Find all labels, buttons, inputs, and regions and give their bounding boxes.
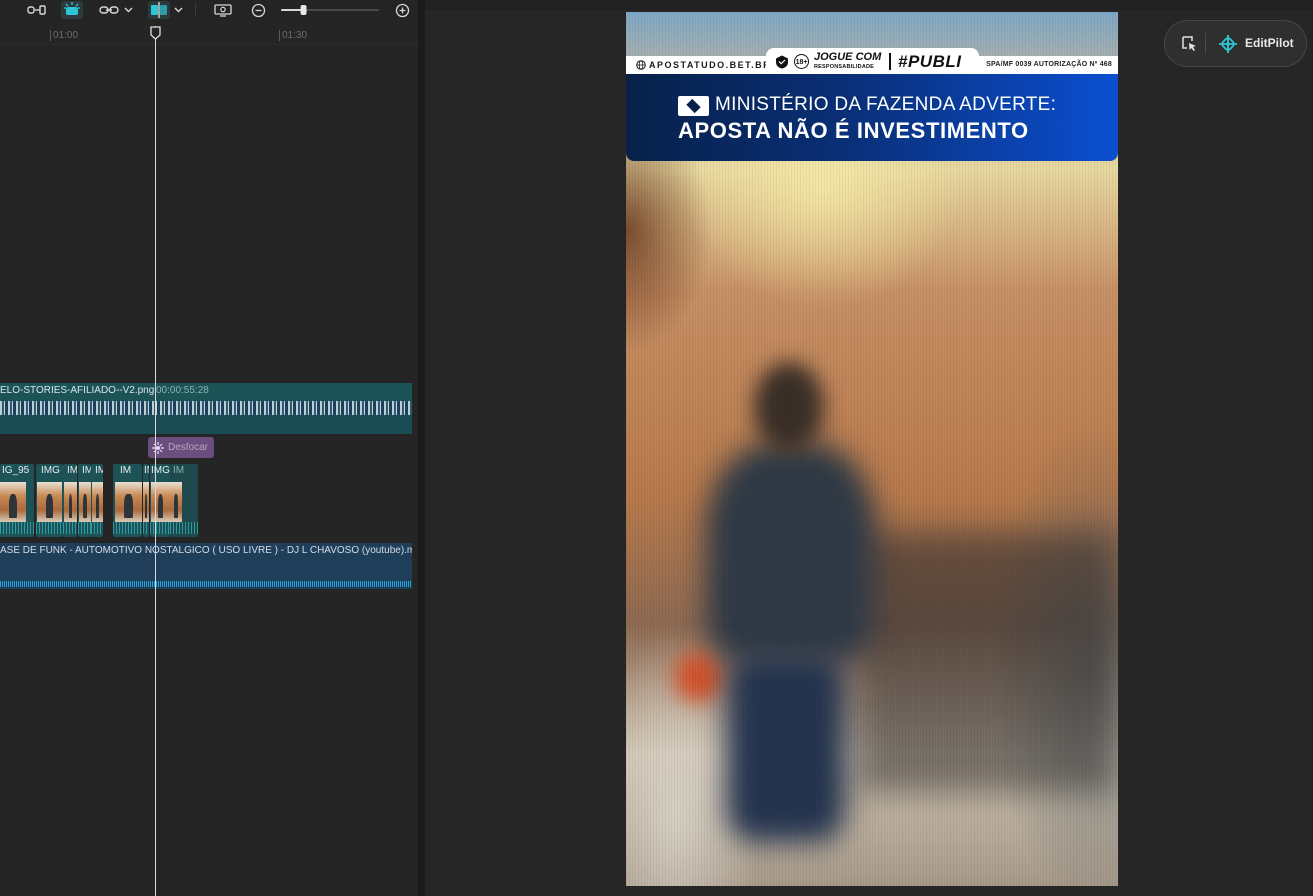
video-clip-label: IMG (41, 465, 60, 476)
timeline-toolbar (0, 0, 418, 22)
audio-waveform (0, 522, 34, 534)
video-clip-label: IM (95, 465, 103, 476)
responsabilidade-text: RESPONSABILIDADE (814, 64, 875, 70)
video-thumbnail (143, 482, 149, 522)
video-clip[interactable]: IM (78, 464, 91, 537)
ruler-label: 01:00 (53, 30, 79, 41)
audio-waveform (0, 581, 412, 587)
video-clip-label: IM (67, 465, 77, 476)
sticker-clip[interactable]: ELO-STORIES-AFILIADO--V2.png 00:00:55:28 (0, 383, 412, 434)
zoom-in-icon[interactable] (393, 1, 411, 19)
video-clip-label: IG_95 (2, 465, 30, 476)
chevron-down-icon[interactable] (122, 1, 134, 19)
audio-waveform (63, 522, 77, 534)
audio-waveform (113, 522, 142, 534)
playhead-handle[interactable] (150, 26, 161, 40)
video-thumbnail (79, 482, 91, 522)
editpilot-widget[interactable]: EditPilot (1164, 20, 1307, 67)
video-thumbnail (0, 482, 26, 522)
sticker-clip-duration: 00:00:55:28 (156, 385, 209, 396)
time-ruler[interactable]: 01:00 01:30 (0, 22, 418, 45)
select-cursor-icon[interactable] (1180, 35, 1198, 53)
video-thumbnail (37, 482, 62, 522)
authorization-text: SPA/MF 0039 AUTORIZAÇÃO Nº 468 (986, 61, 1112, 68)
preview-panel: APOSTATUDO.BET.BR SPA/MF 0039 AUTORIZAÇÃ… (425, 0, 1313, 896)
site-text: APOSTATUDO.BET.BR (649, 60, 772, 70)
sticker-clip-name: ELO-STORIES-AFILIADO--V2.png (0, 385, 155, 396)
video-clip[interactable]: IM (91, 464, 103, 537)
video-track: IG_95 IMG IM IM IM IM IM IMG IM (0, 464, 200, 537)
audio-clip-name: ASE DE FUNK - AUTOMOTIVO NOSTALGICO ( US… (0, 545, 412, 556)
editpilot-logo-icon (1219, 35, 1237, 53)
audio-waveform (78, 522, 91, 534)
sticker-thumbnails (0, 401, 412, 415)
audio-waveform (170, 522, 198, 534)
jogue-text: JOGUE COM (814, 51, 882, 63)
video-clip-label: IM (82, 465, 91, 476)
zoom-out-icon[interactable] (249, 1, 267, 19)
toolbar-divider (195, 3, 196, 17)
video-clip[interactable]: IG_95 (0, 464, 34, 537)
video-clip-label: IM (173, 465, 185, 476)
audio-clip[interactable]: ASE DE FUNK - AUTOMOTIVO NOSTALGICO ( US… (0, 543, 412, 589)
video-thumbnail (92, 482, 103, 522)
video-clip[interactable]: IM (113, 464, 142, 537)
split-mirror-icon[interactable] (148, 1, 170, 19)
chevron-down-icon[interactable] (172, 1, 184, 19)
widget-divider (1205, 33, 1206, 54)
video-clip[interactable]: IM (170, 464, 198, 537)
link-trim-icon[interactable] (26, 1, 48, 19)
panel-divider[interactable] (418, 0, 425, 896)
zoom-fit-icon[interactable] (212, 1, 234, 19)
warning-line-2: APOSTA NÃO É INVESTIMENTO (678, 118, 1029, 143)
video-clip-label: IM (120, 465, 132, 476)
playhead-line[interactable] (155, 26, 156, 896)
video-clip[interactable]: IM (63, 464, 77, 537)
video-thumbnail (115, 482, 142, 522)
timeline-panel: 01:00 01:30 ELO-STORIES-AFILIADO--V2.png… (0, 0, 418, 896)
video-clip[interactable]: IM (143, 464, 149, 537)
ruler-tick (279, 30, 280, 41)
globe-icon (636, 60, 646, 70)
publi-text: #PUBLI (898, 52, 962, 71)
video-clip[interactable]: IMG (150, 464, 170, 537)
audio-waveform (150, 522, 170, 534)
video-thumbnail (170, 482, 182, 522)
ai-cutout-icon[interactable] (61, 1, 83, 19)
chain-link-icon[interactable] (98, 1, 120, 19)
ruler-label: 01:30 (282, 30, 308, 41)
video-thumbnail (151, 482, 170, 522)
warning-line-1: MINISTÉRIO DA FAZENDA ADVERTE: (715, 94, 1057, 115)
brazil-flag-icon (678, 96, 709, 116)
shield-icon (776, 55, 788, 69)
audio-waveform (143, 522, 149, 534)
video-clip-label: IMG (151, 465, 170, 476)
video-thumbnail (64, 482, 77, 522)
effect-clip-desfocar[interactable]: Desfocar (148, 437, 214, 458)
zoom-slider[interactable] (281, 1, 379, 19)
ruler-tick (50, 30, 51, 41)
video-clip[interactable]: IMG (36, 464, 63, 537)
effect-label: Desfocar (168, 442, 209, 453)
video-clip-label: IM (144, 465, 149, 476)
responsible-gaming-badge: 18+ JOGUE COM RESPONSABILIDADE #PUBLI (766, 48, 979, 74)
badge-divider (889, 53, 891, 70)
preview-canvas[interactable]: APOSTATUDO.BET.BR SPA/MF 0039 AUTORIZAÇÃ… (626, 12, 1118, 886)
preview-header (425, 0, 1313, 10)
effect-icon (152, 441, 164, 454)
editpilot-label[interactable]: EditPilot (1245, 36, 1294, 50)
site-label: APOSTATUDO.BET.BR (636, 60, 771, 70)
age-badge: 18+ (794, 54, 809, 69)
warning-banner: MINISTÉRIO DA FAZENDA ADVERTE: APOSTA NÃ… (626, 74, 1118, 161)
audio-waveform (36, 522, 63, 534)
audio-waveform (91, 522, 103, 534)
sticker-clip-body (0, 415, 412, 434)
